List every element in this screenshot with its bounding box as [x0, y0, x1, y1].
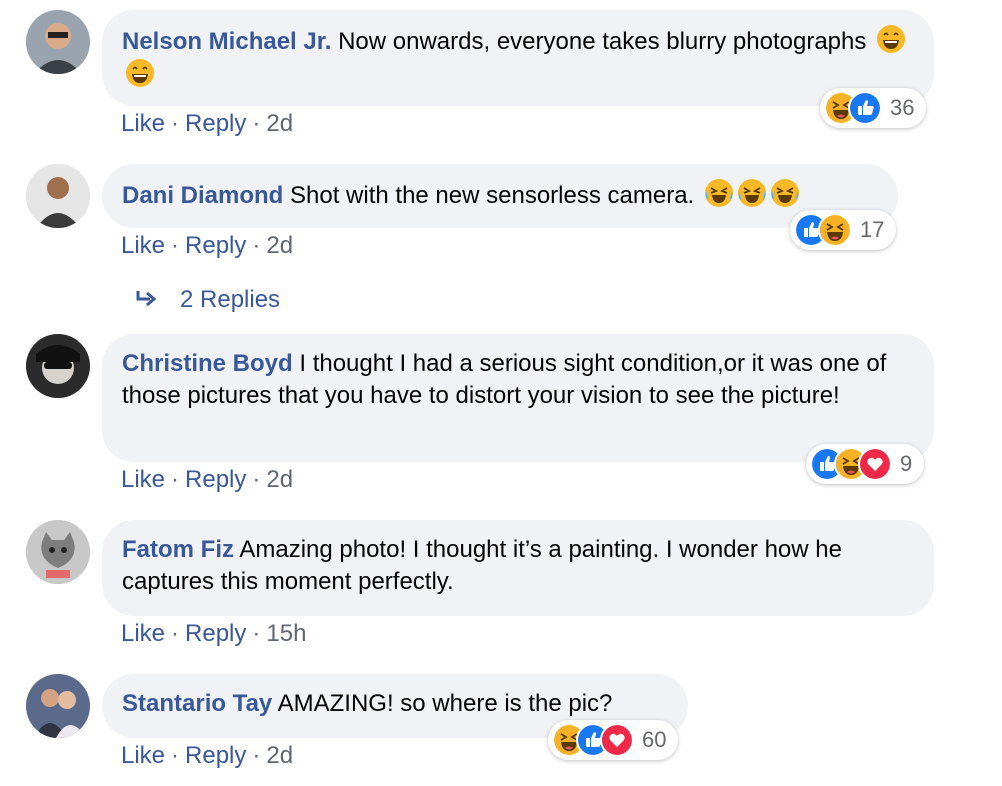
author-name[interactable]: Fatom Fiz — [122, 536, 234, 563]
comment-bubble: Dani Diamond Shot with the new sensorles… — [102, 164, 898, 228]
grinning-emoji-icon — [125, 58, 155, 88]
reaction-count: 36 — [890, 95, 915, 120]
comment-bubble: Fatom Fiz Amazing photo! I thought it’s … — [102, 520, 934, 616]
author-name[interactable]: Stantario Tay — [122, 690, 272, 717]
reaction-summary[interactable]: 9 — [806, 444, 925, 484]
grinning-emoji-icon — [876, 24, 906, 54]
comment-actions: Like · Reply · 15h — [121, 620, 307, 647]
like-link[interactable]: Like — [121, 466, 165, 493]
like-reaction-icon — [848, 91, 882, 125]
avatar[interactable] — [26, 520, 90, 584]
love-reaction-icon — [600, 723, 634, 757]
comment-text: Now onwards, everyone takes blurry photo… — [338, 28, 867, 55]
comment-text: AMAZING! so where is the pic? — [277, 690, 613, 717]
like-link[interactable]: Like — [121, 620, 165, 647]
timestamp[interactable]: 2d — [266, 742, 293, 769]
like-link[interactable]: Like — [121, 232, 165, 259]
comment-text: Shot with the new sensorless camera. — [290, 182, 695, 209]
reaction-count: 60 — [642, 727, 667, 752]
reply-link[interactable]: Reply — [185, 742, 246, 769]
reaction-summary[interactable]: 17 — [790, 210, 897, 250]
love-reaction-icon — [858, 447, 892, 481]
comment-actions: Like · Reply · 2d — [121, 232, 294, 259]
avatar[interactable] — [26, 164, 90, 228]
like-link[interactable]: Like — [121, 110, 165, 137]
comment-bubble: Nelson Michael Jr. Now onwards, everyone… — [102, 10, 934, 106]
reply-link[interactable]: Reply — [185, 620, 246, 647]
replies-label: 2 Replies — [180, 286, 281, 313]
view-replies-link[interactable]: 2 Replies — [134, 286, 280, 314]
reaction-count: 17 — [860, 217, 885, 242]
timestamp[interactable]: 2d — [266, 232, 293, 259]
timestamp[interactable]: 15h — [266, 620, 306, 647]
reply-link[interactable]: Reply — [185, 232, 246, 259]
like-link[interactable]: Like — [121, 742, 165, 769]
reply-link[interactable]: Reply — [185, 110, 246, 137]
tears-of-joy-emoji-icon — [736, 178, 767, 208]
tears-of-joy-emoji-icon — [703, 178, 734, 208]
comment-actions: Like · Reply · 2d — [121, 742, 294, 769]
comment-actions: Like · Reply · 2d — [121, 110, 294, 137]
reaction-summary[interactable]: 60 — [548, 720, 679, 760]
avatar[interactable] — [26, 674, 90, 738]
reaction-count: 9 — [900, 451, 913, 476]
author-name[interactable]: Christine Boyd — [122, 350, 293, 377]
tears-of-joy-emoji-icon — [769, 178, 800, 208]
comment-bubble: Christine Boyd I thought I had a serious… — [102, 334, 934, 462]
timestamp[interactable]: 2d — [266, 466, 293, 493]
avatar[interactable] — [26, 10, 90, 74]
reply-arrow-icon — [136, 291, 157, 307]
author-name[interactable]: Dani Diamond — [122, 182, 283, 209]
comment-actions: Like · Reply · 2d — [121, 466, 294, 493]
reply-link[interactable]: Reply — [185, 466, 246, 493]
reaction-summary[interactable]: 36 — [820, 88, 927, 128]
haha-reaction-icon — [818, 213, 852, 247]
timestamp[interactable]: 2d — [266, 110, 293, 137]
author-name[interactable]: Nelson Michael Jr. — [122, 28, 331, 55]
avatar[interactable] — [26, 334, 90, 398]
